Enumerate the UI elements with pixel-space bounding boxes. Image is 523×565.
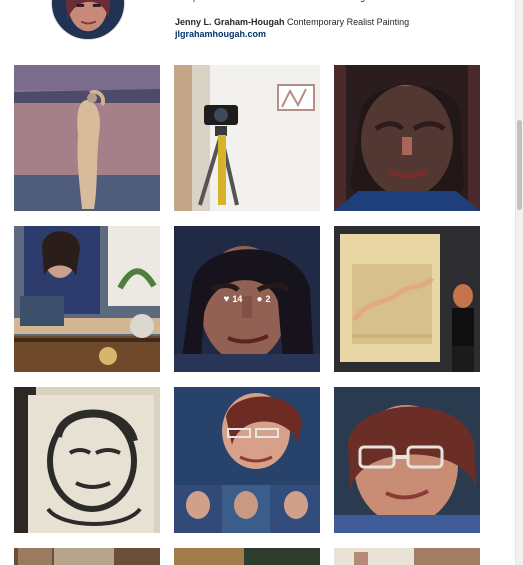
profile-name: Jenny L. Graham-Hougah — [175, 17, 285, 27]
post-tile-portrait-woman[interactable] — [334, 65, 480, 211]
profile-bio: Jenny L. Graham-Hougah Contemporary Real… — [175, 16, 409, 40]
heart-icon: ♥ — [223, 293, 230, 305]
tile-hover-overlay: ♥ 14 ● 2 — [174, 226, 320, 372]
posts-count[interactable]: 160posts — [175, 0, 215, 2]
grid-row — [14, 65, 482, 211]
likes-count: 14 — [232, 294, 243, 304]
grid-row — [14, 387, 482, 533]
post-tile-painting-studies[interactable] — [174, 387, 320, 533]
profile-header: 160posts 105followers 434following Jenny… — [0, 0, 523, 60]
profile-bio-text: Contemporary Realist Painting — [287, 17, 410, 27]
post-tile-partial-2[interactable] — [174, 548, 320, 565]
scrollbar[interactable] — [515, 0, 523, 565]
post-tile-portrait-glasses[interactable] — [334, 387, 480, 533]
following-count[interactable]: 434following — [312, 0, 365, 2]
post-tile-camera-tripod[interactable] — [174, 65, 320, 211]
grid-row: ♥ 14 ● 2 — [14, 226, 482, 372]
profile-website-link[interactable]: jlgrahamhougah.com — [175, 28, 409, 40]
post-tile-gallery-painting[interactable] — [334, 226, 480, 372]
grid-row — [14, 548, 482, 565]
posts-grid: ♥ 14 ● 2 — [14, 65, 482, 565]
post-tile-portrait-hover[interactable]: ♥ 14 ● 2 — [174, 226, 320, 372]
followers-count[interactable]: 105followers — [237, 0, 291, 2]
scroll-thumb[interactable] — [517, 120, 522, 210]
likes-chip: ♥ 14 — [223, 294, 242, 305]
profile-stats: 160posts 105followers 434following — [175, 0, 365, 2]
profile-avatar[interactable] — [51, 0, 125, 40]
comments-count: 2 — [265, 294, 271, 304]
post-tile-sketch-portrait[interactable] — [14, 387, 160, 533]
post-tile-studio-easel[interactable] — [14, 226, 160, 372]
post-tile-partial-1[interactable] — [14, 548, 160, 565]
comment-icon: ● — [256, 293, 263, 305]
comments-chip: ● 2 — [256, 294, 270, 305]
post-tile-partial-3[interactable] — [334, 548, 480, 565]
post-tile-nude-beach[interactable] — [14, 65, 160, 211]
